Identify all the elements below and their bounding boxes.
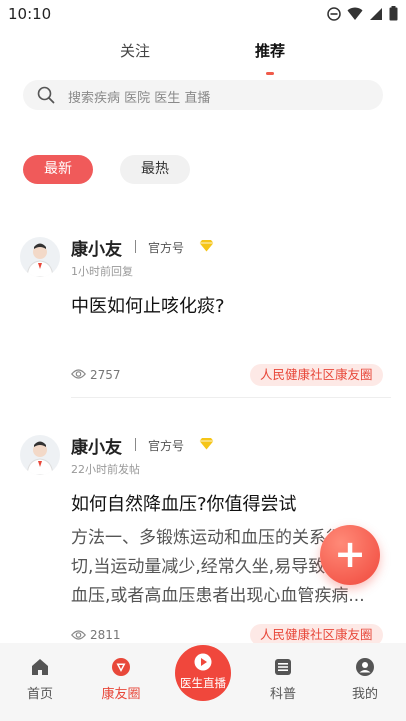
post-time: 22小时前发帖 [71, 463, 140, 476]
status-bar: 10:10 [0, 0, 406, 28]
tab-science[interactable]: 科普 [253, 657, 313, 702]
home-icon [32, 659, 48, 675]
post-divider [71, 397, 391, 398]
avatar[interactable] [20, 237, 60, 277]
play-icon [194, 653, 212, 671]
active-tab-indicator [266, 72, 274, 75]
diamond-badge-icon [199, 438, 214, 450]
name-divider [135, 240, 136, 253]
add-post-button[interactable]: + [320, 525, 380, 585]
search-bar[interactable]: 搜索疾病 医院 医生 直播 [23, 80, 383, 110]
view-count: 2811 [90, 628, 121, 642]
eye-icon [71, 630, 86, 640]
name-divider [135, 438, 136, 451]
search-icon [37, 86, 55, 104]
post-title[interactable]: 如何自然降血压?你值得尝试 [71, 490, 297, 516]
profile-icon [356, 658, 374, 676]
doctor-live-label: 医生直播 [180, 676, 226, 690]
status-time: 10:10 [8, 5, 52, 23]
filter-hot[interactable]: 最热 [120, 155, 190, 184]
community-tag[interactable]: 人民健康社区康友圈 [250, 364, 383, 386]
top-tabs: 关注 推荐 [0, 34, 406, 78]
list-icon [275, 659, 291, 675]
wifi-icon [347, 7, 363, 20]
post-time: 1小时前回复 [71, 265, 133, 278]
do-not-disturb-icon [327, 6, 341, 21]
tab-community[interactable]: 康友圈 [91, 657, 151, 702]
tab-label: 科普 [269, 687, 296, 702]
tab-recommend[interactable]: 推荐 [255, 40, 285, 61]
doctor-live-button[interactable]: 医生直播 [175, 645, 231, 701]
avatar[interactable] [20, 435, 60, 475]
tab-follow[interactable]: 关注 [120, 40, 150, 61]
status-icons [327, 6, 398, 21]
cell-signal-icon [370, 7, 382, 20]
post-title[interactable]: 中医如何止咳化痰? [71, 292, 225, 318]
author-role: 官方号 [148, 241, 185, 255]
view-count: 2757 [90, 368, 121, 382]
doctor-avatar-icon [26, 441, 54, 475]
post-excerpt-line: 血压,或者高血压患者出现心血管疾病... [71, 586, 365, 606]
diamond-badge-icon [199, 240, 214, 252]
author-role: 官方号 [148, 439, 185, 453]
doctor-avatar-icon [26, 243, 54, 277]
tab-label: 首页 [26, 687, 53, 702]
author-name[interactable]: 康小友 [71, 235, 122, 260]
tab-home[interactable]: 首页 [10, 657, 70, 702]
search-placeholder: 搜索疾病 医院 医生 直播 [68, 91, 211, 106]
tab-label: 康友圈 [101, 687, 141, 702]
community-icon [112, 658, 130, 676]
filter-latest[interactable]: 最新 [23, 155, 93, 184]
tab-profile[interactable]: 我的 [335, 657, 395, 702]
eye-icon [71, 369, 86, 379]
tab-label: 我的 [351, 687, 378, 702]
battery-icon [389, 6, 398, 21]
author-name[interactable]: 康小友 [71, 433, 122, 458]
